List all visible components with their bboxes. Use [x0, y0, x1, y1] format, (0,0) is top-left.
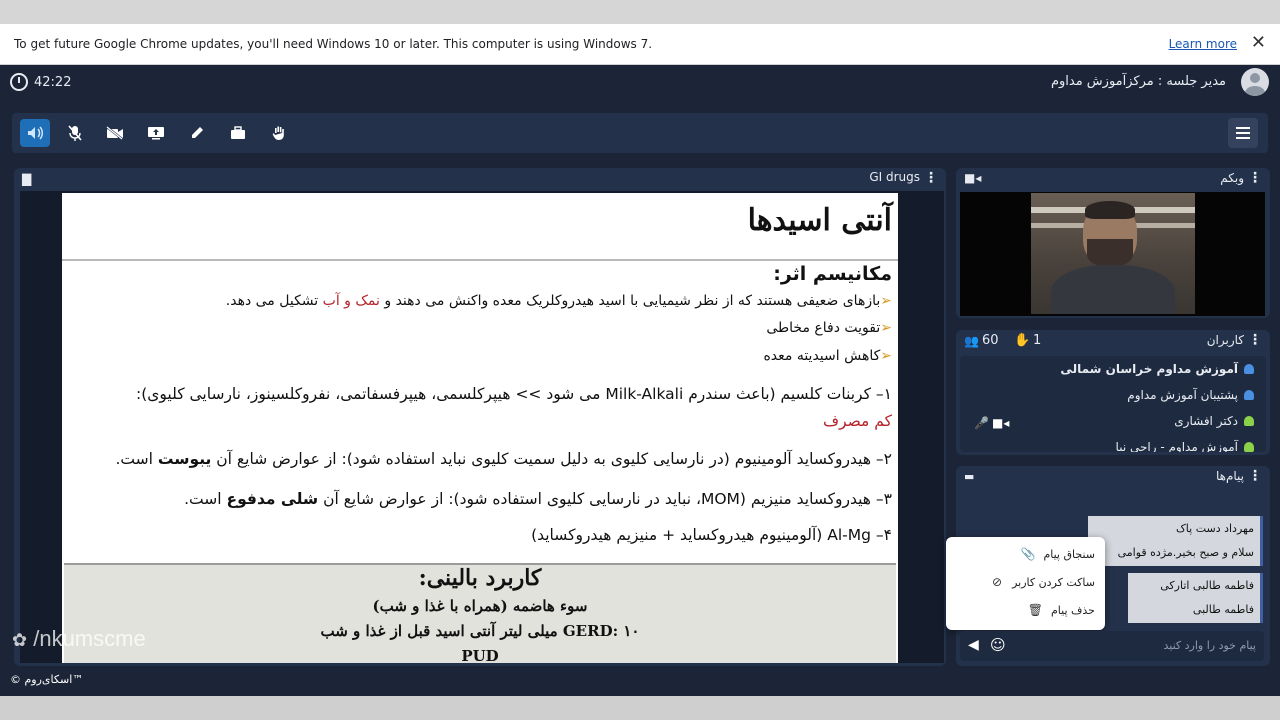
delete-message-item[interactable]: حذف پیام 🗑	[1027, 603, 1095, 617]
message-text: فاطمه طالبی	[1192, 603, 1254, 616]
infobar-message: To get future Google Chrome updates, you…	[14, 37, 653, 51]
bullet-1: ➢بازهای ضعیفی هستند که از نظر شیمیایی با…	[225, 293, 892, 309]
chat-message[interactable]: فاطمه طالبی اتارکی فاطمه طالبی	[1128, 573, 1263, 623]
main-toolbar	[12, 113, 1268, 153]
user-icon	[1244, 364, 1254, 374]
item-2: ۲– هیدروکساید آلومینیوم (در نارسایی کلیو…	[115, 450, 892, 468]
bullet-2: ➢تقویت دفاع مخاطی	[766, 320, 892, 336]
instagram-icon: ✿	[12, 630, 28, 650]
mic-off-icon[interactable]	[60, 119, 90, 147]
pin-message-item[interactable]: سنجاق پیام 📎	[1020, 547, 1095, 561]
slide-title: آنتی اسیدها	[747, 203, 892, 238]
menu-button[interactable]	[1228, 118, 1258, 148]
clock-icon	[10, 73, 28, 91]
clinical-use-box: کاربرد بالینی: سوء هاضمه (همراه با غذا و…	[64, 563, 896, 663]
raise-hand-icon[interactable]	[264, 119, 294, 147]
users-icon: 👥	[964, 334, 979, 348]
item-4: ۴– Al-Mg (آلومینیوم هیدروکساید + منیزیم …	[531, 526, 892, 544]
watermark: ✿ /nkumscme	[12, 626, 146, 651]
video-camera-icon: ■◂	[964, 171, 982, 185]
emoji-icon[interactable]: ☺	[990, 636, 1006, 654]
bullet-3: ➢کاهش اسیدیته معده	[763, 348, 892, 364]
users-count: 60	[982, 333, 999, 348]
session-timer: 42:22	[10, 73, 71, 91]
mic-icon: 🎤	[974, 416, 989, 430]
mute-user-item[interactable]: ساکت کردن کاربر ⊘	[990, 575, 1095, 589]
close-icon[interactable]: ✕	[1251, 32, 1266, 53]
message-sender: مهرداد دست پاک	[1175, 522, 1254, 535]
raise-hand-icon: ✋	[1014, 333, 1031, 348]
users-panel: 👥 60 ✋ 1 کاربران ⋮ آموزش مداوم خراسان شم…	[956, 330, 1270, 455]
list-item[interactable]: دکتر افشاری	[1174, 414, 1254, 428]
window-bottom-edge	[0, 696, 1280, 720]
item-1: ۱– کربنات کلسیم (باعث سندرم Milk-Alkali …	[135, 385, 892, 403]
learn-more-link[interactable]: Learn more	[1169, 37, 1237, 51]
chat-message[interactable]: مهرداد دست پاک سلام و صبح بخیر.مژده قوام…	[1088, 516, 1263, 566]
users-list: آموزش مداوم خراسان شمالی پشتیبان آموزش م…	[960, 356, 1266, 452]
clinical-heading: کاربرد بالینی:	[418, 565, 542, 591]
user-icon	[1244, 442, 1254, 452]
list-item[interactable]: آموزش مداوم - راحی نیا	[1116, 440, 1254, 452]
message-input[interactable]: پیام خود را وارد کنید	[1163, 639, 1256, 652]
speaker-icon[interactable]	[20, 119, 50, 147]
users-title: کاربران	[1206, 333, 1244, 347]
chat-icon: ▬	[964, 470, 975, 483]
raised-hands-count: 1	[1033, 333, 1042, 348]
pen-icon[interactable]	[182, 119, 212, 147]
chat-title: پیام‌ها	[1215, 469, 1244, 483]
camera-icon: ■◂	[992, 416, 1010, 430]
mute-user-icon: ⊘	[992, 575, 1003, 589]
user-icon	[1244, 416, 1254, 426]
webcam-title: وبکم	[1220, 171, 1244, 185]
message-text: سلام و صبح بخیر.مژده قوامی	[1117, 546, 1254, 559]
timer-value: 42:22	[34, 74, 72, 90]
message-context-menu: سنجاق پیام 📎 ساکت کردن کاربر ⊘ حذف پیام 🗑	[946, 537, 1105, 630]
item-1-note: کم مصرف	[823, 412, 892, 430]
user-icon	[1244, 390, 1254, 400]
panel-options-icon[interactable]: ⋮	[1248, 170, 1262, 186]
list-item[interactable]: پشتیبان آموزش مداوم	[1127, 388, 1254, 402]
pin-icon: 📎	[1020, 547, 1036, 561]
send-icon[interactable]: ◀	[968, 637, 979, 653]
presenter-video-frame	[1031, 193, 1195, 314]
document-icon[interactable]: ▇	[22, 172, 31, 186]
screen-share-icon[interactable]	[141, 119, 171, 147]
avatar[interactable]	[1241, 68, 1269, 96]
message-sender: فاطمه طالبی اتارکی	[1160, 579, 1254, 592]
brand-label: © اسکای‌روم™	[10, 673, 84, 686]
clinical-line-2: GERD: ۱۰ میلی لیتر آنتی اسید قبل از غذا …	[320, 622, 640, 640]
chrome-update-infobar: To get future Google Chrome updates, you…	[0, 24, 1280, 65]
camera-off-icon[interactable]	[100, 119, 130, 147]
panel-options-icon[interactable]: ⋮	[1248, 468, 1262, 484]
browser-tab-strip	[0, 0, 1280, 24]
list-item[interactable]: آموزش مداوم خراسان شمالی	[1060, 362, 1254, 376]
presentation-title: GI drugs	[869, 170, 920, 184]
chat-input-bar: ◀ ☺ پیام خود را وارد کنید	[960, 631, 1264, 661]
clinical-line-1: سوء هاضمه (همراه با غذا و شب)	[372, 597, 588, 615]
clinical-line-3: PUD	[461, 647, 499, 663]
item-3: ۳– هیدروکساید منیزیم (MOM، نباید در نارس…	[184, 490, 892, 508]
panel-options-icon[interactable]: ⋮	[924, 170, 938, 186]
host-label: مدیر جلسه : مرکزآموزش مداوم	[1050, 74, 1226, 89]
briefcase-icon[interactable]	[223, 119, 253, 147]
slide-page: آنتی اسیدها مکانیسم اثر: ➢بازهای ضعیفی ه…	[62, 193, 898, 663]
panel-options-icon[interactable]: ⋮	[1248, 332, 1262, 348]
slide-divider	[62, 259, 898, 261]
trash-icon: 🗑	[1027, 603, 1043, 617]
mechanism-heading: مکانیسم اثر:	[773, 263, 892, 285]
